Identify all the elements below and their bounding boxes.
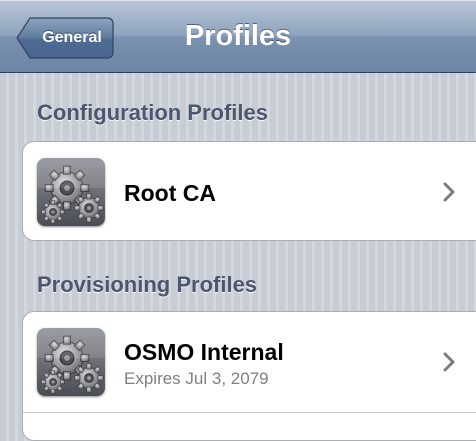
profile-row-root-ca[interactable]: Root CA xyxy=(23,142,476,240)
settings-gear-icon xyxy=(37,328,105,396)
provisioning-profiles-group: OSMO Internal Expires Jul 3, 2079 xyxy=(22,311,476,441)
section-header-provisioning: Provisioning Profiles xyxy=(37,272,258,297)
profile-title: OSMO Internal xyxy=(124,339,284,365)
chevron-right-icon xyxy=(443,182,455,202)
navigation-bar: General Profiles xyxy=(0,0,476,73)
back-button-general[interactable]: General xyxy=(16,17,114,59)
section-header-configuration: Configuration Profiles xyxy=(37,100,268,125)
row-separator xyxy=(23,412,476,413)
back-button-label: General xyxy=(42,29,102,46)
chevron-right-icon xyxy=(443,352,455,372)
configuration-profiles-group: Root CA xyxy=(22,141,476,241)
profile-title: Root CA xyxy=(124,180,216,206)
profile-expiry: Expires Jul 3, 2079 xyxy=(124,369,269,388)
profile-row-osmo-internal[interactable]: OSMO Internal Expires Jul 3, 2079 xyxy=(23,312,476,412)
settings-gear-icon xyxy=(37,158,105,226)
page-title: Profiles xyxy=(184,19,292,52)
